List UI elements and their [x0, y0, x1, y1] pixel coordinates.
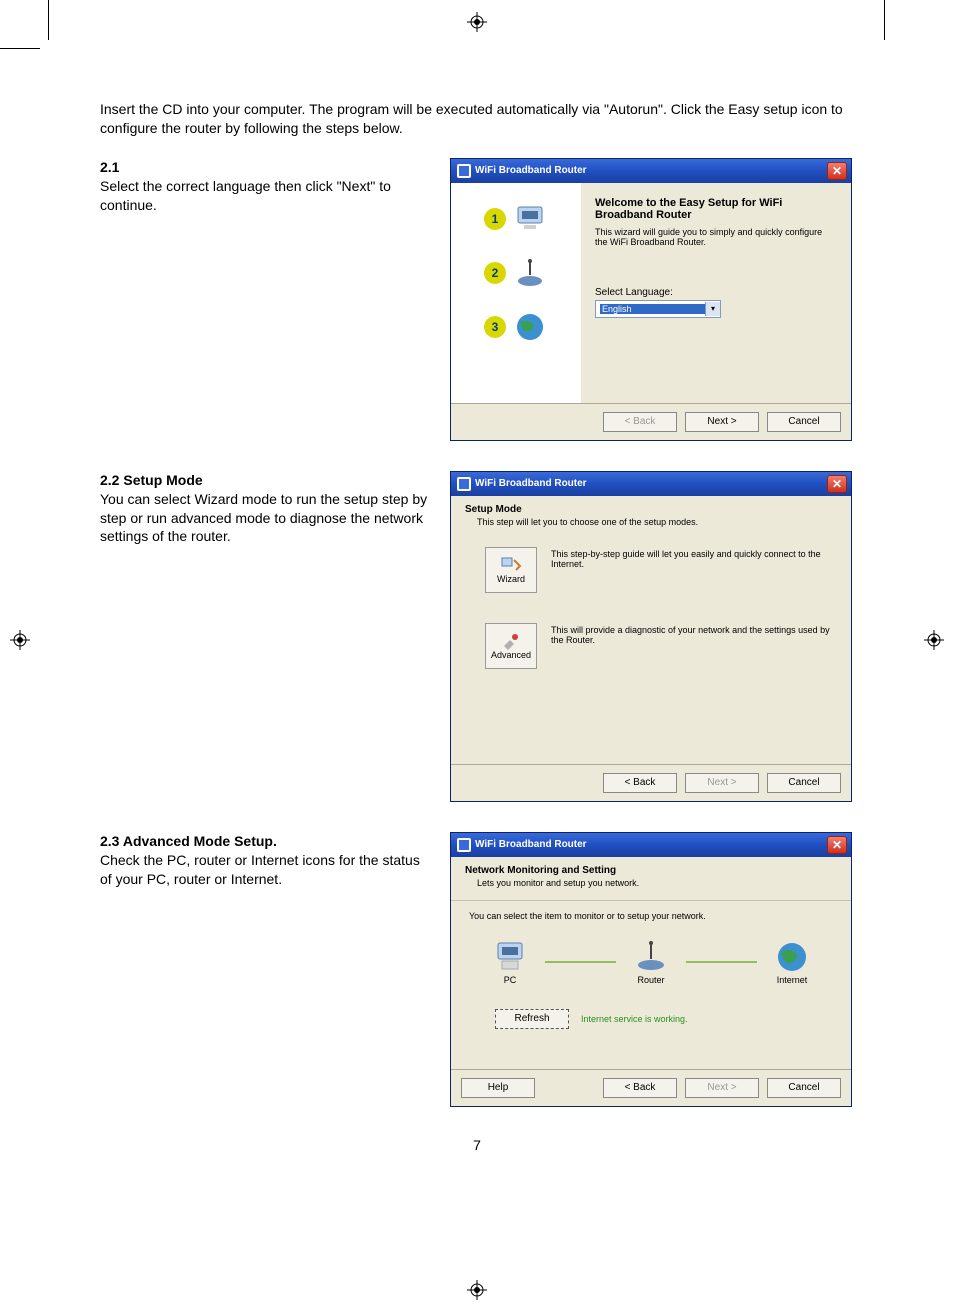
- setup-mode-heading: Setup Mode: [465, 504, 837, 515]
- close-icon: ✕: [832, 838, 842, 852]
- close-button[interactable]: ✕: [827, 162, 847, 180]
- pc-label: PC: [504, 975, 517, 985]
- network-heading: Network Monitoring and Setting: [465, 865, 837, 876]
- network-sub: Lets you monitor and setup you network.: [477, 878, 837, 888]
- titlebar: WiFi Broadband Router ✕: [451, 159, 851, 183]
- app-icon: [457, 164, 471, 178]
- sec2-heading: 2.2 Setup Mode: [100, 472, 203, 488]
- next-button[interactable]: Next >: [685, 412, 759, 432]
- titlebar: WiFi Broadband Router ✕: [451, 833, 851, 857]
- close-button[interactable]: ✕: [827, 836, 847, 854]
- app-icon: [457, 838, 471, 852]
- back-button[interactable]: < Back: [603, 412, 677, 432]
- sec3-heading: 2.3 Advanced Mode Setup.: [100, 833, 277, 849]
- language-value: English: [600, 304, 705, 314]
- window-title: WiFi Broadband Router: [475, 165, 587, 176]
- advanced-mode-button[interactable]: Advanced: [485, 623, 537, 669]
- device-router[interactable]: Router: [616, 939, 686, 985]
- wizard-label: Wizard: [497, 574, 525, 584]
- back-button[interactable]: < Back: [603, 773, 677, 793]
- intro-paragraph: Insert the CD into your computer. The pr…: [100, 100, 854, 138]
- status-text: Internet service is working.: [581, 1014, 688, 1024]
- router-icon: [633, 939, 669, 975]
- advanced-label: Advanced: [491, 650, 531, 660]
- refresh-button[interactable]: Refresh: [495, 1009, 569, 1029]
- dialog-language: WiFi Broadband Router ✕ 1 2: [450, 158, 852, 441]
- app-icon: [457, 477, 471, 491]
- sec1-body: Select the correct language then click "…: [100, 178, 391, 213]
- step-2-badge: 2: [484, 262, 506, 284]
- pc-icon: [492, 939, 528, 975]
- back-button[interactable]: < Back: [603, 1078, 677, 1098]
- next-button[interactable]: Next >: [685, 773, 759, 793]
- dialog-setup-mode: WiFi Broadband Router ✕ Setup Mode This …: [450, 471, 852, 802]
- router-label: Router: [637, 975, 664, 985]
- welcome-desc: This wizard will guide you to simply and…: [595, 227, 837, 247]
- pc-icon: [512, 201, 548, 237]
- sec1-heading: 2.1: [100, 159, 119, 175]
- cancel-button[interactable]: Cancel: [767, 412, 841, 432]
- close-icon: ✕: [832, 477, 842, 491]
- help-button[interactable]: Help: [461, 1078, 535, 1098]
- wizard-mode-button[interactable]: Wizard: [485, 547, 537, 593]
- device-pc[interactable]: PC: [475, 939, 545, 985]
- sec3-body: Check the PC, router or Internet icons f…: [100, 852, 420, 887]
- wizard-steps-panel: 1 2 3: [451, 183, 581, 403]
- connection-line: [686, 961, 757, 963]
- internet-label: Internet: [777, 975, 808, 985]
- chevron-down-icon: ▾: [705, 302, 720, 316]
- wizard-desc: This step-by-step guide will let you eas…: [551, 547, 837, 569]
- advanced-desc: This will provide a diagnostic of your n…: [551, 623, 837, 645]
- welcome-title: Welcome to the Easy Setup for WiFi Broad…: [595, 197, 837, 221]
- close-button[interactable]: ✕: [827, 475, 847, 493]
- next-button[interactable]: Next >: [685, 1078, 759, 1098]
- close-icon: ✕: [832, 164, 842, 178]
- globe-icon: [774, 939, 810, 975]
- connection-line: [545, 961, 616, 963]
- router-icon: [512, 255, 548, 291]
- network-instr: You can select the item to monitor or to…: [469, 911, 837, 921]
- setup-mode-sub: This step will let you to choose one of …: [477, 517, 837, 527]
- sec2-body: You can select Wizard mode to run the se…: [100, 491, 427, 545]
- cancel-button[interactable]: Cancel: [767, 773, 841, 793]
- cancel-button[interactable]: Cancel: [767, 1078, 841, 1098]
- language-label: Select Language:: [595, 287, 837, 298]
- wizard-icon: [500, 556, 522, 574]
- language-select[interactable]: English ▾: [595, 300, 721, 318]
- dialog-network-monitoring: WiFi Broadband Router ✕ Network Monitori…: [450, 832, 852, 1107]
- step-3-badge: 3: [484, 316, 506, 338]
- window-title: WiFi Broadband Router: [475, 839, 587, 850]
- titlebar: WiFi Broadband Router ✕: [451, 472, 851, 496]
- device-internet[interactable]: Internet: [757, 939, 827, 985]
- step-1-badge: 1: [484, 208, 506, 230]
- tools-icon: [500, 632, 522, 650]
- globe-icon: [512, 309, 548, 345]
- page-number: 7: [100, 1137, 854, 1153]
- window-title: WiFi Broadband Router: [475, 478, 587, 489]
- separator: [451, 900, 851, 901]
- registration-mark-icon: [467, 1280, 487, 1300]
